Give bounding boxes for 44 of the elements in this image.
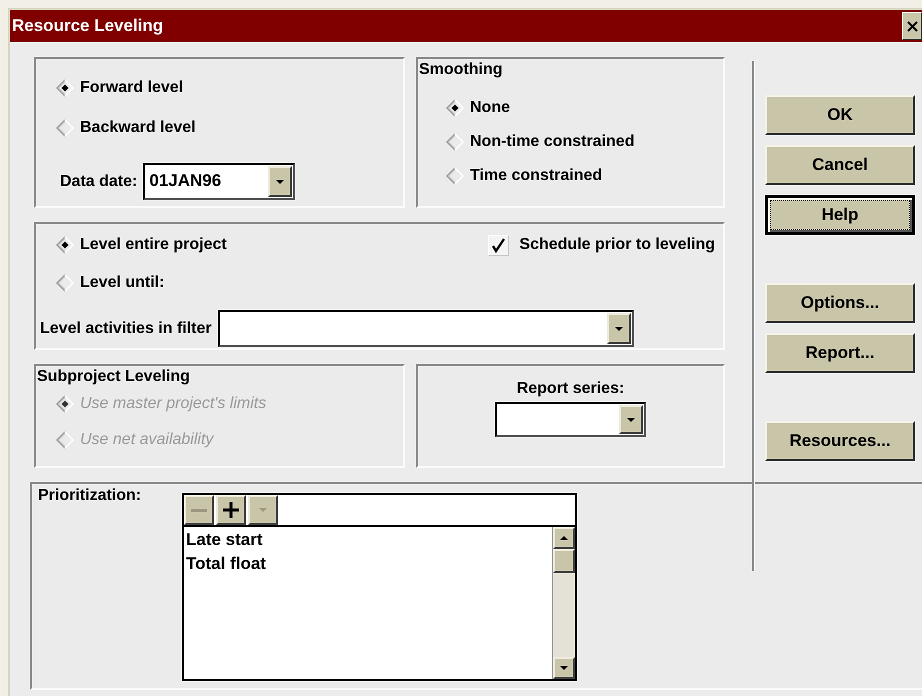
radio-button[interactable]: Level entire project (54, 230, 229, 260)
radio-button[interactable]: Level until: (54, 268, 166, 298)
dialog-button[interactable]: Help (765, 195, 915, 235)
close-button[interactable] (902, 12, 922, 40)
list-label: Prioritization: (38, 487, 142, 506)
caret-icon (259, 508, 267, 512)
dialog-button[interactable]: OK (765, 95, 915, 135)
down-arrow-icon (560, 666, 568, 670)
dialog-button[interactable]: Report... (765, 333, 915, 373)
up-arrow-icon (560, 536, 568, 540)
dropdown-button[interactable] (268, 166, 292, 197)
field-label: Report series: (516, 380, 624, 399)
dialog-button[interactable]: Cancel (765, 145, 915, 185)
field-label: Data date: (60, 172, 138, 190)
group-heading: Smoothing (418, 60, 504, 79)
window-title: Resource Leveling (11, 16, 164, 36)
scroll-down-button[interactable] (553, 657, 575, 679)
scroll-up-button[interactable] (553, 527, 575, 549)
radio-button[interactable]: Forward level (54, 73, 186, 103)
caret-icon (614, 326, 623, 330)
radio-button[interactable]: Non-time constrained (444, 127, 636, 157)
close-icon (906, 20, 918, 32)
group-heading: Subproject Leveling (36, 367, 191, 386)
dropdown-field[interactable] (495, 402, 646, 437)
radio-button[interactable]: None (444, 93, 512, 123)
minus-icon (191, 508, 207, 512)
list-item[interactable]: Total float (186, 552, 550, 576)
scroll-thumb[interactable] (553, 549, 575, 573)
caret-icon (276, 180, 284, 184)
radio-button[interactable]: Time constrained (444, 161, 604, 191)
dialog-button[interactable]: Resources... (765, 421, 915, 461)
dialog-button[interactable]: Options... (765, 283, 915, 323)
plus-icon (223, 502, 239, 518)
dropdown-button[interactable] (619, 405, 643, 434)
list-item[interactable]: Late start (186, 528, 550, 552)
field-label: Level activities in filter (40, 320, 212, 338)
dropdown-button[interactable] (606, 313, 631, 344)
scrollbar[interactable] (552, 527, 575, 679)
dropdown-field[interactable] (218, 310, 634, 347)
caret-icon (627, 418, 635, 422)
add-button[interactable] (216, 495, 246, 525)
dropdown-field[interactable]: 01JAN96 (143, 163, 296, 200)
checkbox[interactable]: Schedule prior to leveling (488, 230, 715, 260)
radio-button[interactable]: Backward level (54, 113, 198, 143)
